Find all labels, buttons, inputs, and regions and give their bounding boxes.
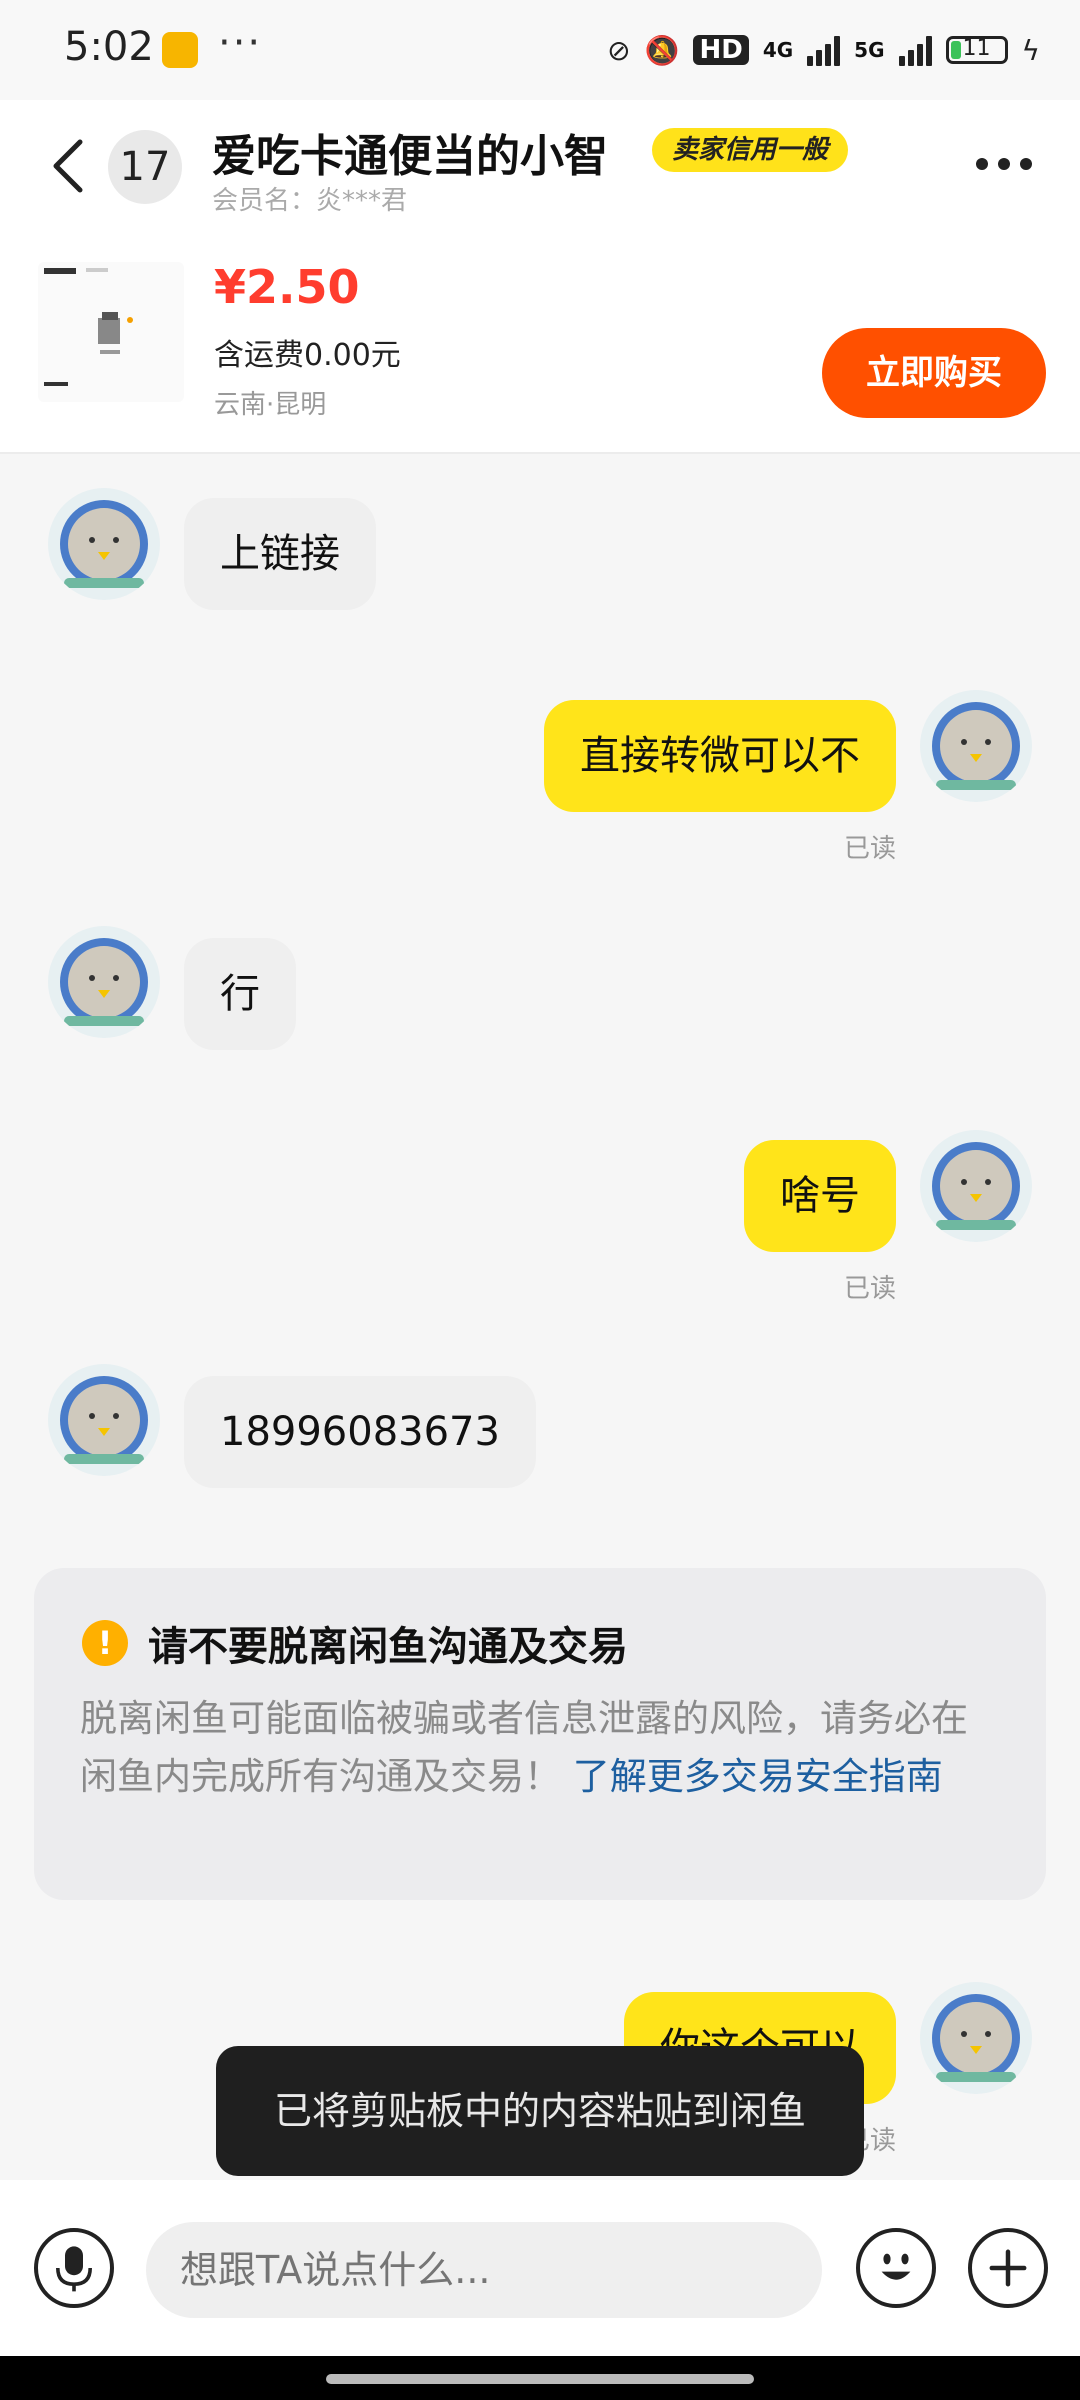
my-avatar[interactable] xyxy=(920,1982,1032,2094)
message-bubble-outgoing[interactable]: 啥号 xyxy=(744,1140,896,1252)
message-bubble-outgoing[interactable]: 直接转微可以不 xyxy=(544,700,896,812)
avatar[interactable] xyxy=(48,1364,160,1476)
avatar[interactable] xyxy=(48,926,160,1038)
link-icon: ⊘ xyxy=(607,33,631,67)
my-avatar[interactable] xyxy=(920,690,1032,802)
my-avatar[interactable] xyxy=(920,1130,1032,1242)
battery-level: 11 xyxy=(962,36,991,61)
chat-title[interactable]: 爱吃卡通便当的小智 xyxy=(212,120,608,184)
mute-icon: 🔕 xyxy=(644,33,680,67)
member-name: 会员名：炎***君 xyxy=(212,186,408,216)
home-indicator[interactable] xyxy=(326,2374,754,2384)
product-price: ¥2.50 xyxy=(214,260,360,314)
warning-title: 请不要脱离闲鱼沟通及交易 xyxy=(148,1624,628,1670)
clipboard-toast: 已将剪贴板中的内容粘贴到闲鱼 xyxy=(216,2046,864,2176)
product-thumbnail[interactable] xyxy=(38,262,184,402)
message-bubble-incoming[interactable]: 行 xyxy=(184,938,296,1050)
hd-icon: HD xyxy=(693,35,749,65)
product-location: 云南·昆明 xyxy=(214,390,327,420)
status-more-icon: ··· xyxy=(218,20,263,66)
seller-credit-badge[interactable]: 卖家信用一般 xyxy=(652,128,849,172)
unread-count-badge[interactable]: 17 xyxy=(108,130,182,204)
status-time: 5:02 xyxy=(64,24,154,70)
microphone-icon[interactable] xyxy=(34,2228,114,2308)
charging-icon: ϟ xyxy=(1021,33,1040,67)
back-icon[interactable] xyxy=(44,136,94,196)
avatar[interactable] xyxy=(48,488,160,600)
read-status: 已读 xyxy=(843,834,896,864)
battery-icon: 11 xyxy=(945,36,1008,64)
signal-icon-2 xyxy=(898,34,932,66)
warning-body: 脱离闲鱼可能面临被骗或者信息泄露的风险，请务必在闲鱼内完成所有沟通及交易！ 了解… xyxy=(80,1690,1000,1806)
notification-app-icon xyxy=(162,32,198,68)
alert-icon: ! xyxy=(82,1620,128,1666)
message-bubble-incoming[interactable]: 上链接 xyxy=(184,498,376,610)
shipping-fee: 含运费0.00元 xyxy=(214,338,401,373)
buy-now-button[interactable]: 立即购买 xyxy=(822,328,1046,418)
more-options-icon[interactable] xyxy=(976,158,1032,170)
plus-icon[interactable] xyxy=(968,2228,1048,2308)
signal-icon xyxy=(807,34,841,66)
status-icons: ⊘ 🔕 HD 4G 5G 11 ϟ xyxy=(607,28,1040,72)
net-4g-label: 4G xyxy=(762,38,794,62)
message-bubble-incoming[interactable]: 18996083673 xyxy=(184,1376,536,1488)
net-5g-label: 5G xyxy=(854,38,885,62)
read-status: 已读 xyxy=(843,1274,896,1304)
safety-guide-link[interactable]: 了解更多交易安全指南 xyxy=(573,1755,943,1798)
message-input[interactable] xyxy=(146,2222,822,2318)
emoji-icon[interactable] xyxy=(856,2228,936,2308)
